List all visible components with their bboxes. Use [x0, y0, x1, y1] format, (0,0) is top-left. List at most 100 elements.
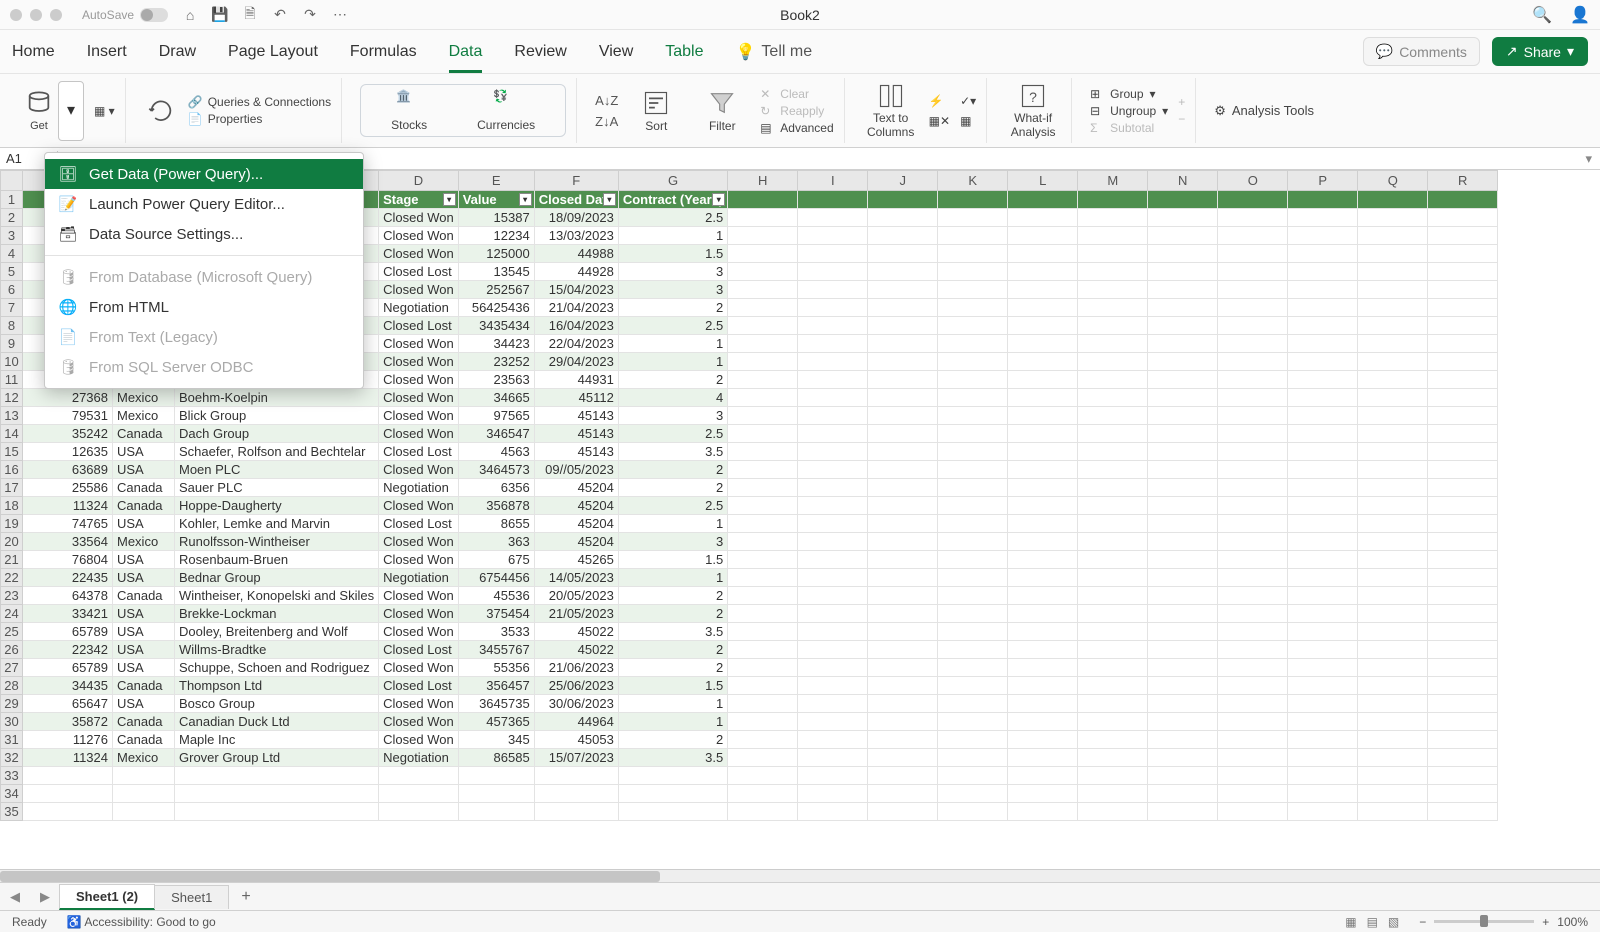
col-header-O[interactable]: O	[1218, 171, 1288, 191]
row-header-2[interactable]: 2	[1, 209, 23, 227]
cell[interactable]	[1008, 785, 1078, 803]
cell[interactable]	[1078, 227, 1148, 245]
account-icon[interactable]: 👤	[1570, 5, 1590, 25]
cell[interactable]	[1008, 605, 1078, 623]
row-header-16[interactable]: 16	[1, 461, 23, 479]
col-header-N[interactable]: N	[1148, 171, 1218, 191]
cell[interactable]	[1148, 569, 1218, 587]
cell[interactable]: 09//05/2023	[534, 461, 618, 479]
cell[interactable]: 6754456	[458, 569, 534, 587]
cell[interactable]	[1428, 245, 1498, 263]
cell[interactable]: 44928	[534, 263, 618, 281]
cell[interactable]	[868, 659, 938, 677]
cell[interactable]	[1358, 407, 1428, 425]
cell[interactable]: 345	[458, 731, 534, 749]
cell[interactable]: Canada	[113, 425, 175, 443]
zoom-slider[interactable]: − + 100%	[1419, 915, 1588, 929]
cell[interactable]: 21/05/2023	[534, 605, 618, 623]
cell[interactable]: 33421	[23, 605, 113, 623]
cell[interactable]: 356878	[458, 497, 534, 515]
cell[interactable]	[458, 803, 534, 821]
cell[interactable]: 45112	[534, 389, 618, 407]
cell[interactable]: Closed Won	[379, 371, 459, 389]
cell[interactable]	[1288, 407, 1358, 425]
cell[interactable]: 45022	[534, 623, 618, 641]
cell[interactable]: Wintheiser, Konopelski and Skiles	[175, 587, 379, 605]
cell[interactable]	[798, 641, 868, 659]
cell[interactable]: USA	[113, 641, 175, 659]
cell[interactable]: Closed Won	[379, 353, 459, 371]
col-header-P[interactable]: P	[1288, 171, 1358, 191]
cell[interactable]	[1288, 443, 1358, 461]
cell[interactable]	[1218, 605, 1288, 623]
cell[interactable]	[1008, 209, 1078, 227]
cell[interactable]	[1148, 767, 1218, 785]
cell[interactable]	[728, 425, 798, 443]
cell[interactable]	[938, 335, 1008, 353]
cell[interactable]	[1358, 299, 1428, 317]
ungroup-button[interactable]: ⊟Ungroup ▾	[1090, 104, 1168, 118]
cell[interactable]	[458, 767, 534, 785]
cell[interactable]	[938, 497, 1008, 515]
cell[interactable]	[1078, 443, 1148, 461]
cell[interactable]	[1148, 659, 1218, 677]
cell[interactable]	[1428, 335, 1498, 353]
cell[interactable]: Dooley, Breitenberg and Wolf	[175, 623, 379, 641]
horizontal-scrollbar[interactable]	[0, 869, 1600, 882]
cell[interactable]	[728, 533, 798, 551]
cell[interactable]	[1078, 803, 1148, 821]
cell[interactable]: 4	[618, 389, 727, 407]
cell[interactable]	[728, 389, 798, 407]
cell[interactable]	[798, 713, 868, 731]
cell[interactable]: 2.5	[618, 425, 727, 443]
cell[interactable]	[728, 767, 798, 785]
cell[interactable]	[1288, 695, 1358, 713]
cell[interactable]: 3435434	[458, 317, 534, 335]
cell[interactable]: 55356	[458, 659, 534, 677]
cell[interactable]	[1008, 389, 1078, 407]
cell[interactable]	[1008, 659, 1078, 677]
cell[interactable]	[1078, 749, 1148, 767]
cell[interactable]: Schaefer, Rolfson and Bechtelar	[175, 443, 379, 461]
cell[interactable]: 3.5	[618, 623, 727, 641]
cell[interactable]	[938, 353, 1008, 371]
cell[interactable]	[938, 623, 1008, 641]
cell[interactable]	[1358, 605, 1428, 623]
cell[interactable]	[868, 785, 938, 803]
cell[interactable]	[1148, 623, 1218, 641]
cell[interactable]	[728, 515, 798, 533]
cell[interactable]: 34665	[458, 389, 534, 407]
row-header-31[interactable]: 31	[1, 731, 23, 749]
cell[interactable]	[1358, 803, 1428, 821]
cell[interactable]	[868, 497, 938, 515]
cell[interactable]	[534, 767, 618, 785]
cell[interactable]: Bednar Group	[175, 569, 379, 587]
cell[interactable]	[1428, 497, 1498, 515]
cell[interactable]	[1148, 245, 1218, 263]
sort-button[interactable]: Sort	[628, 89, 684, 133]
cell[interactable]: 2	[618, 461, 727, 479]
cell[interactable]	[798, 299, 868, 317]
cell[interactable]	[728, 623, 798, 641]
cell[interactable]	[868, 281, 938, 299]
table-icon-button[interactable]: ▦ ▾	[94, 104, 115, 118]
cell[interactable]	[798, 245, 868, 263]
cell[interactable]	[728, 263, 798, 281]
row-header-27[interactable]: 27	[1, 659, 23, 677]
window-controls[interactable]	[10, 9, 62, 21]
cell[interactable]	[728, 317, 798, 335]
cell[interactable]	[728, 479, 798, 497]
cell[interactable]	[1358, 209, 1428, 227]
cell[interactable]: USA	[113, 515, 175, 533]
cell[interactable]	[1148, 731, 1218, 749]
cell[interactable]	[1288, 533, 1358, 551]
normal-view-icon[interactable]: ▦	[1345, 915, 1356, 929]
cell[interactable]	[1218, 623, 1288, 641]
cell[interactable]	[1288, 569, 1358, 587]
cell[interactable]: 13545	[458, 263, 534, 281]
cell[interactable]	[1288, 479, 1358, 497]
cell[interactable]: 34423	[458, 335, 534, 353]
cell[interactable]: 34435	[23, 677, 113, 695]
col-header-H[interactable]: H	[728, 171, 798, 191]
autosave-toggle[interactable]: AutoSave	[82, 8, 168, 22]
